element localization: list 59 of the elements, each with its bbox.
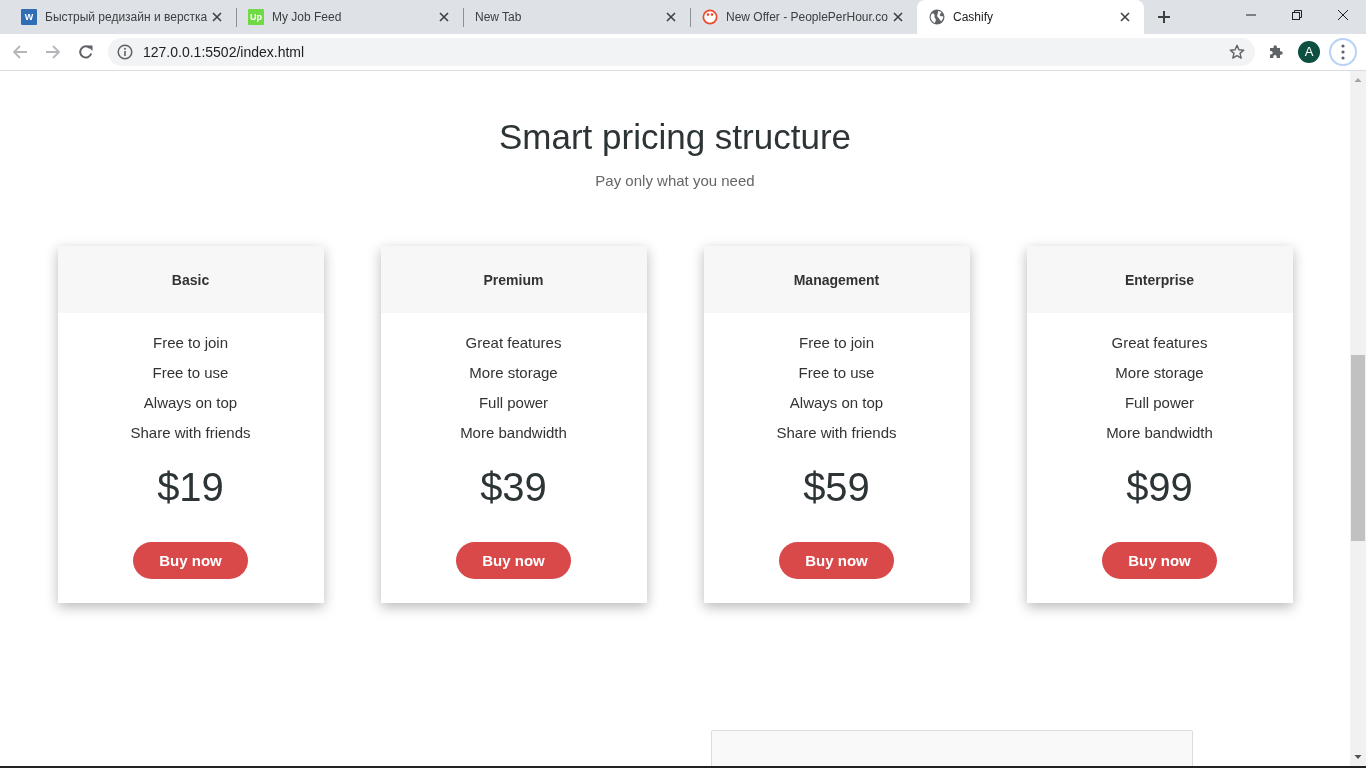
- price: $39: [480, 464, 547, 511]
- price: $59: [803, 464, 870, 511]
- feature-text: Free to join: [798, 333, 874, 353]
- address-bar[interactable]: 127.0.0.1:5502/index.html: [108, 37, 1255, 66]
- reload-icon: [78, 43, 94, 60]
- star-icon: [1229, 43, 1245, 60]
- section-heading: Smart pricing structure: [498, 116, 852, 158]
- plan-name: Management: [793, 271, 880, 288]
- plus-icon: [1158, 11, 1170, 23]
- restore-icon: [1292, 10, 1302, 20]
- feature-text: Free to use: [152, 363, 229, 383]
- feature-text: More bandwidth: [460, 423, 567, 443]
- browser-tab[interactable]: New Tab: [463, 0, 690, 34]
- close-icon: [439, 12, 449, 22]
- more-vertical-icon: [1341, 43, 1345, 60]
- close-icon: [893, 12, 903, 22]
- feature-text: Great features: [1111, 333, 1208, 353]
- browser-tab[interactable]: Cashify: [917, 0, 1144, 34]
- profile-avatar[interactable]: A: [1298, 40, 1320, 63]
- feature-text: Full power: [478, 393, 549, 413]
- plan-name: Basic: [171, 271, 210, 288]
- close-icon: [212, 12, 222, 22]
- browser-tab[interactable]: Up My Job Feed: [236, 0, 463, 34]
- feature-text: More storage: [1115, 363, 1204, 383]
- back-arrow-icon: [12, 43, 28, 60]
- feature-text: Free to use: [798, 363, 875, 383]
- favicon-logo: Up: [248, 9, 264, 25]
- globe-icon: [929, 9, 945, 25]
- feature-text: Always on top: [789, 393, 884, 413]
- price: $19: [157, 464, 224, 511]
- plan-name: Premium: [483, 271, 544, 288]
- buy-button[interactable]: Buy now: [456, 542, 571, 579]
- favicon-logo: W: [21, 9, 37, 25]
- feature-text: Full power: [1124, 393, 1195, 413]
- feature-text: Share with friends: [130, 423, 251, 443]
- buy-button[interactable]: Buy now: [1102, 542, 1217, 579]
- buy-button[interactable]: Buy now: [779, 542, 894, 579]
- close-icon: [1120, 12, 1130, 22]
- url-text: 127.0.0.1:5502/index.html: [143, 43, 305, 60]
- browser-tab[interactable]: W Быстрый редизайн и верстка: [9, 0, 236, 34]
- scrollbar[interactable]: [1350, 71, 1366, 766]
- plan-name: Enterprise: [1124, 271, 1195, 288]
- price: $99: [1126, 464, 1193, 511]
- browser-tab[interactable]: New Offer - PeoplePerHour.co: [690, 0, 917, 34]
- feature-text: More bandwidth: [1106, 423, 1213, 443]
- info-icon: [117, 43, 133, 60]
- buy-button[interactable]: Buy now: [133, 542, 248, 579]
- close-icon: [666, 12, 676, 22]
- forward-arrow-icon: [45, 43, 61, 60]
- face-icon: [702, 9, 718, 25]
- feature-text: Share with friends: [776, 423, 897, 443]
- feature-text: Free to join: [152, 333, 228, 353]
- section-subtitle: Pay only what you need: [595, 171, 755, 191]
- bookmark-button[interactable]: [1229, 43, 1245, 60]
- feature-text: Always on top: [143, 393, 238, 413]
- feature-text: More storage: [469, 363, 558, 383]
- feature-text: Great features: [465, 333, 562, 353]
- close-icon: [1338, 10, 1348, 20]
- puzzle-icon: [1268, 43, 1284, 60]
